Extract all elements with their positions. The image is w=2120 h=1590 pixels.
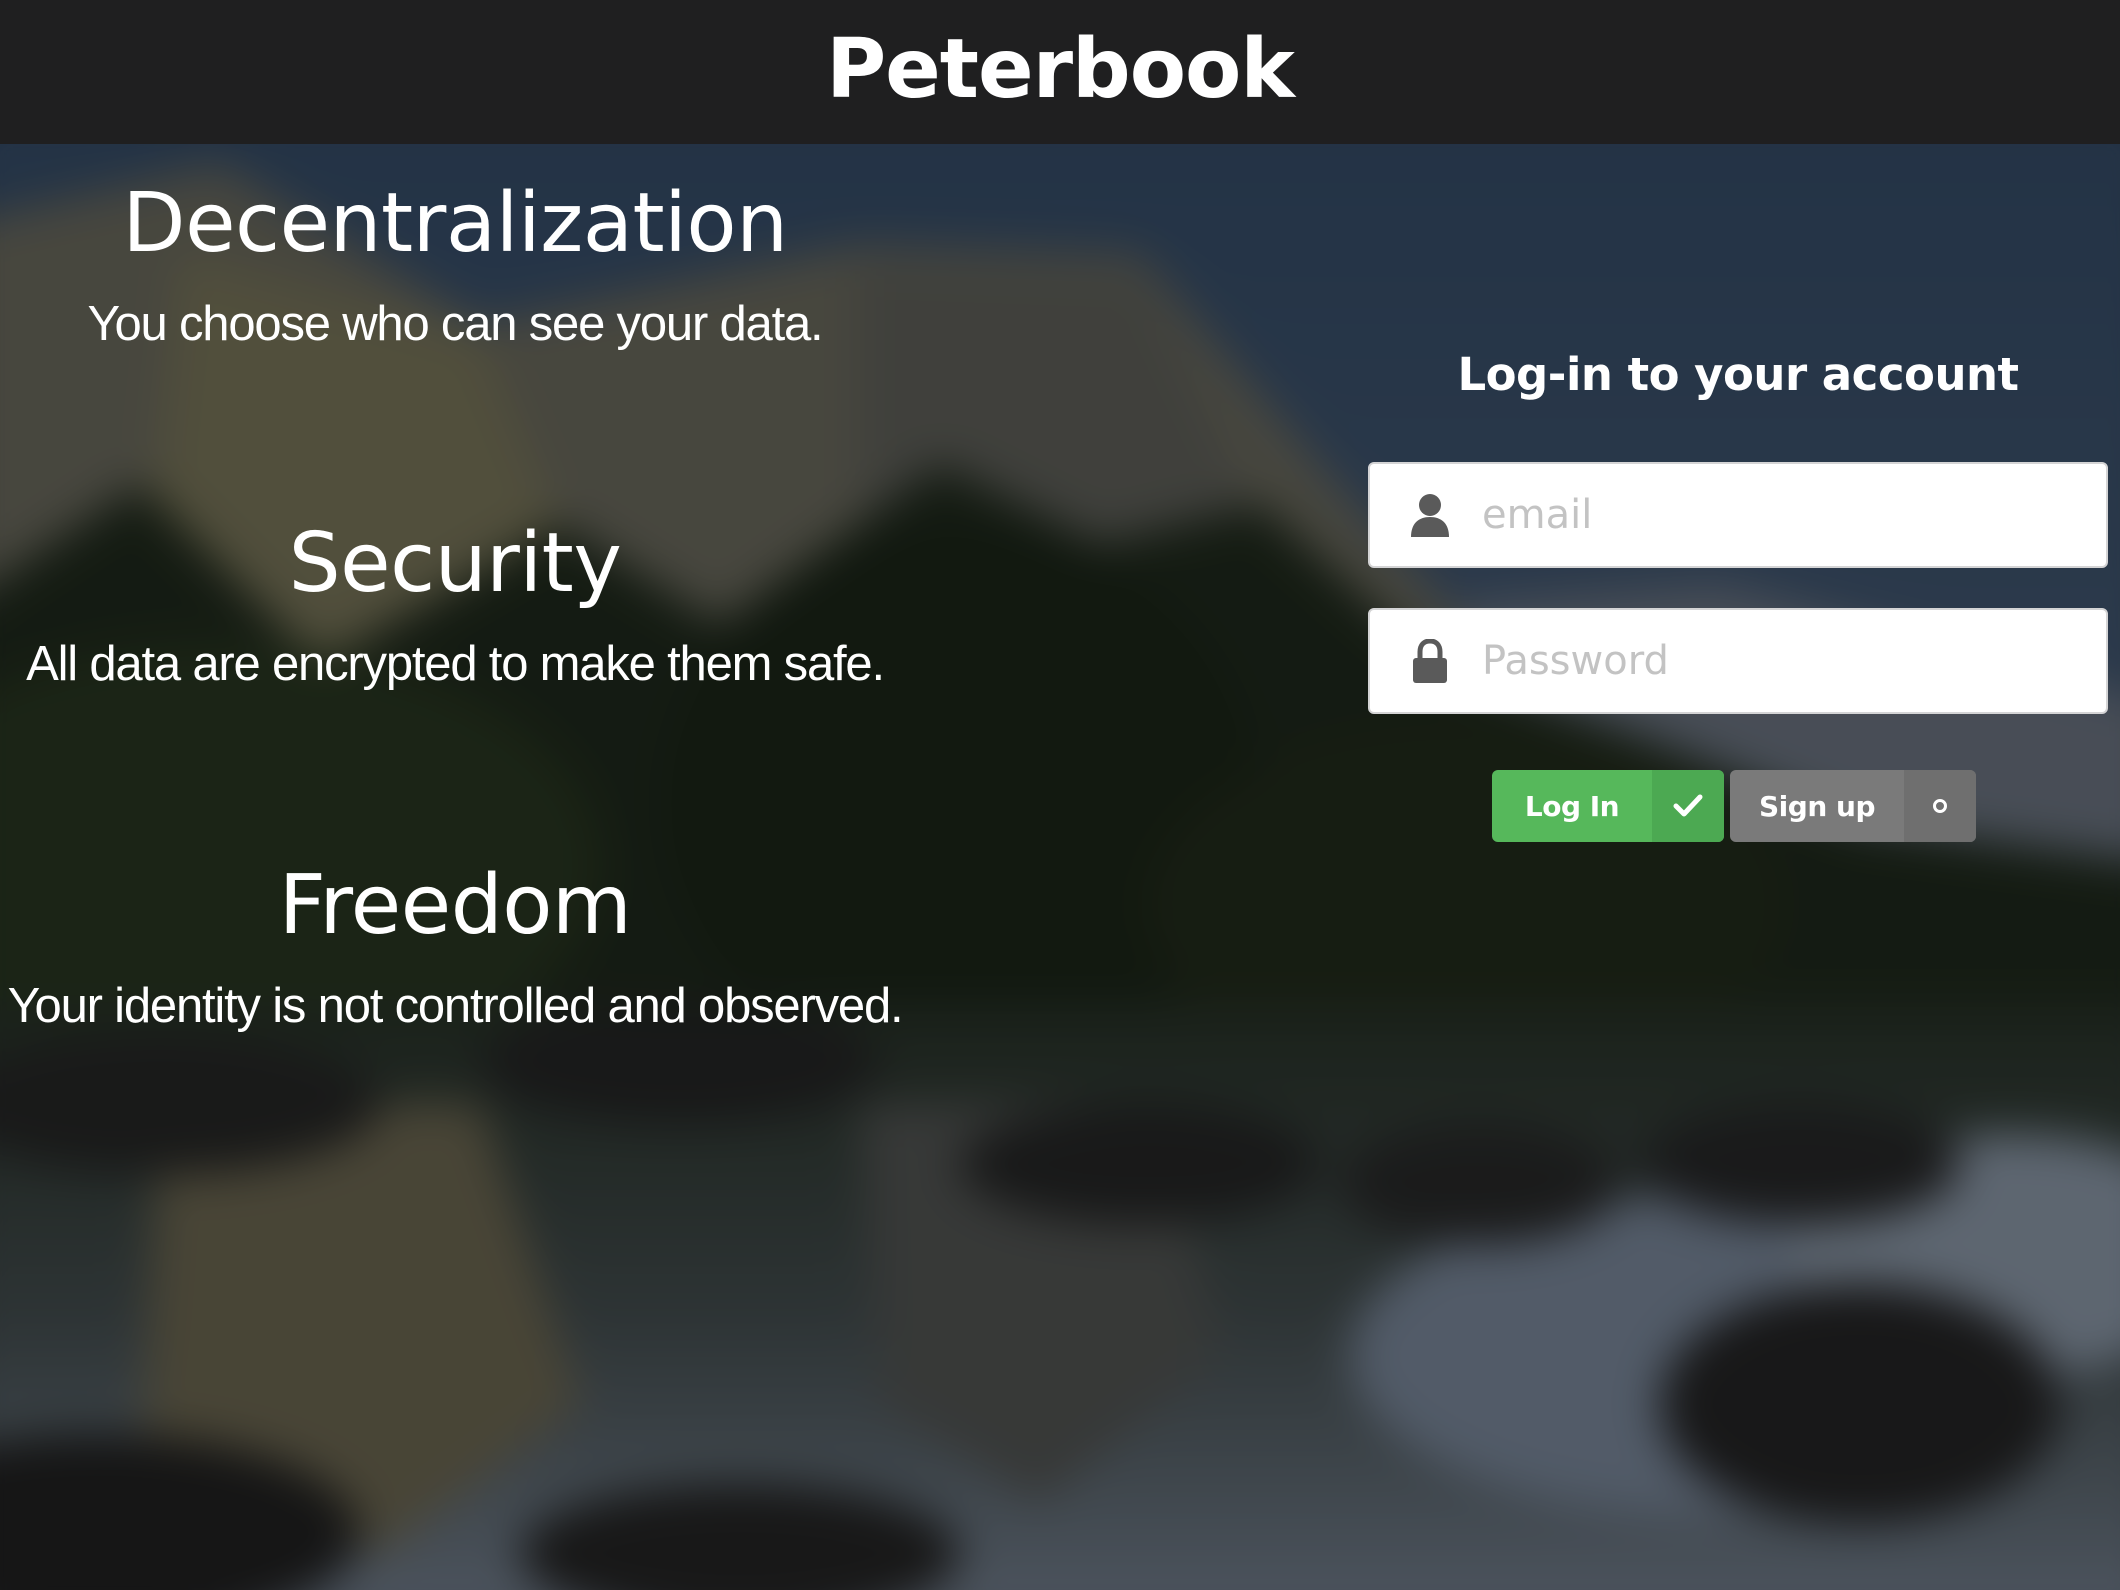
user-icon [1400, 493, 1460, 537]
login-button-label: Log In [1524, 789, 1620, 823]
lock-icon [1400, 639, 1460, 683]
top-bar: Peterbook [0, 0, 2120, 144]
feature-title: Freedom [278, 858, 632, 953]
email-input[interactable] [1480, 474, 2106, 556]
form-actions: Log In Sign up [1492, 770, 1976, 842]
email-field[interactable] [1368, 462, 2108, 568]
password-field[interactable] [1368, 608, 2108, 714]
login-button[interactable]: Log In [1492, 770, 1724, 842]
circle-icon [1904, 770, 1976, 842]
checkmark-icon [1652, 770, 1724, 842]
feature-description: All data are encrypted to make them safe… [26, 637, 885, 691]
signup-button[interactable]: Sign up [1730, 770, 1976, 842]
feature-description: You choose who can see your data. [87, 297, 824, 351]
feature-title: Decentralization [122, 176, 788, 271]
signup-button-label: Sign up [1759, 789, 1875, 823]
feature-freedom: Freedom Your identity is not controlled … [0, 856, 910, 1036]
login-page: Peterbook Decentralization You choose wh… [0, 0, 2120, 1590]
brand-logo[interactable]: Peterbook [826, 22, 1295, 117]
password-input[interactable] [1480, 620, 2106, 702]
feature-security: Security All data are encrypted to make … [0, 514, 910, 694]
login-title: Log-in to your account [1457, 348, 2019, 401]
feature-decentralization: Decentralization You choose who can see … [0, 174, 910, 354]
login-form: Log-in to your account Log In [1368, 340, 2108, 842]
feature-description: Your identity is not controlled and obse… [7, 979, 904, 1033]
feature-title: Security [288, 516, 622, 611]
